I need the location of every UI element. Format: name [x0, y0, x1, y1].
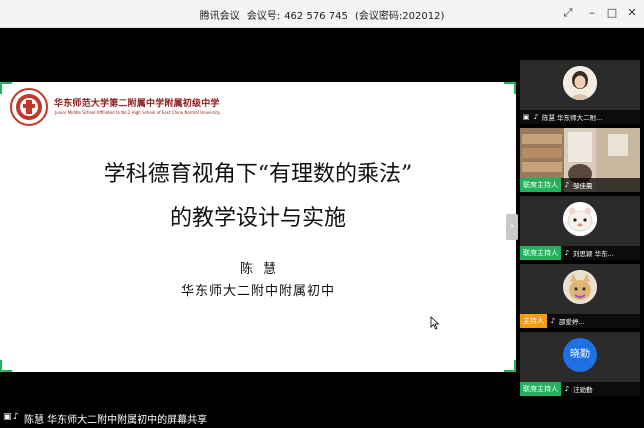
school-name-en: Junior Middle School Affiliated to No.2 … [55, 110, 221, 115]
participant-strip: ▣ ♪ 陈慧 华东师大二附... 联席主持人 ♪ 邹佳晨 联席主持人 ♪ 刘思颖… [520, 60, 640, 396]
participant-avatar [563, 270, 597, 304]
person-photo-icon [563, 66, 597, 100]
participant-avatar [563, 202, 597, 236]
participant-bar: 联席主持人 ♪ 邹佳晨 [520, 178, 640, 192]
meeting-password: (会议密码:202012) [355, 11, 445, 22]
window-title: 腾讯会议 会议号: 462 576 745 (会议密码:202012) [0, 7, 644, 22]
close-icon[interactable]: ✕ [624, 5, 640, 21]
microphone-icon: ♪ [550, 317, 556, 325]
screen-share-icon: ▣ [3, 412, 12, 422]
participant-name: 陈慧 华东师大二附... [542, 114, 603, 122]
collapse-panel-button[interactable]: › [506, 214, 518, 240]
slide-author: 陈慧 [239, 262, 286, 277]
school-name-cn: 华东师范大学第二附属中学附属初级中学 [54, 99, 220, 109]
slide-author-org: 华东师大二附中附属初中 [180, 284, 335, 299]
slide-title-line1: 学科德育视角下“有理数的乘法” [103, 162, 413, 187]
microphone-icon: ♪ [533, 113, 539, 121]
meeting-window: 腾讯会议 会议号: 462 576 745 (会议密码:202012) ⤢ – □… [0, 0, 644, 428]
share-status-label: 陈慧 华东师大二附中附属初中的屏幕共享 [24, 415, 208, 426]
cat-avatar-icon [563, 270, 597, 304]
screen-share-icon: ▣ [522, 113, 530, 121]
participant-name: 汪勋勤 [573, 386, 593, 394]
participant-avatar [563, 66, 597, 100]
participant-tile[interactable]: 主持人 ♪ 邵爱婷... [520, 264, 640, 328]
participant-bar: 主持人 ♪ 邵爱婷... [520, 314, 640, 328]
meeting-id-label: 会议号: [246, 11, 281, 22]
meeting-id: 462 576 745 [284, 11, 348, 22]
school-logo [10, 88, 48, 126]
participant-bar: 联席主持人 ♪ 刘思颖 华东... [520, 246, 640, 260]
bottom-bar: ▣ ♪ 陈慧 华东师大二附中附属初中的屏幕共享 [0, 406, 644, 428]
title-bar: 腾讯会议 会议号: 462 576 745 (会议密码:202012) ⤢ – □… [0, 0, 644, 28]
share-frame-corner [504, 360, 516, 372]
participant-bar: 联席主持人 ♪ 汪勋勤 [520, 382, 640, 396]
participant-tile[interactable]: ▣ ♪ 陈慧 华东师大二附... [520, 60, 640, 124]
mouse-cursor-icon [430, 316, 440, 330]
shared-screen[interactable]: 华东师范大学第二附属中学附属初级中学 Junior Middle School … [0, 82, 516, 372]
avatar-initials: 晓勤 [570, 349, 590, 360]
participant-tile[interactable]: 联席主持人 ♪ 邹佳晨 [520, 128, 640, 192]
cartoon-avatar-icon [563, 202, 597, 236]
share-frame-corner [0, 360, 12, 372]
participant-tile[interactable]: 晓勤 联席主持人 ♪ 汪勋勤 [520, 332, 640, 396]
participant-bar: ▣ ♪ 陈慧 华东师大二附... [520, 110, 640, 124]
host-badge: 主持人 [520, 314, 547, 328]
cohost-badge: 联席主持人 [520, 382, 561, 396]
participant-name: 邵爱婷... [559, 318, 585, 326]
cohost-badge: 联席主持人 [520, 246, 561, 260]
minimize-icon[interactable]: – [584, 5, 600, 21]
participant-avatar: 晓勤 [563, 338, 597, 372]
participant-tile[interactable]: 联席主持人 ♪ 刘思颖 华东... [520, 196, 640, 260]
microphone-icon: ♪ [564, 385, 570, 393]
maximize-icon[interactable]: □ [604, 5, 620, 21]
microphone-icon: ♪ [13, 412, 19, 422]
participant-name: 刘思颖 华东... [573, 250, 614, 258]
microphone-icon: ♪ [564, 181, 570, 189]
cohost-badge: 联席主持人 [520, 178, 561, 192]
slide-title-line2: 的教学设计与实施 [169, 206, 346, 231]
fullscreen-icon[interactable]: ⤢ [560, 5, 576, 21]
share-frame-corner [504, 82, 516, 94]
app-name: 腾讯会议 [199, 11, 240, 22]
microphone-icon: ♪ [564, 249, 570, 257]
participant-name: 邹佳晨 [573, 182, 593, 190]
